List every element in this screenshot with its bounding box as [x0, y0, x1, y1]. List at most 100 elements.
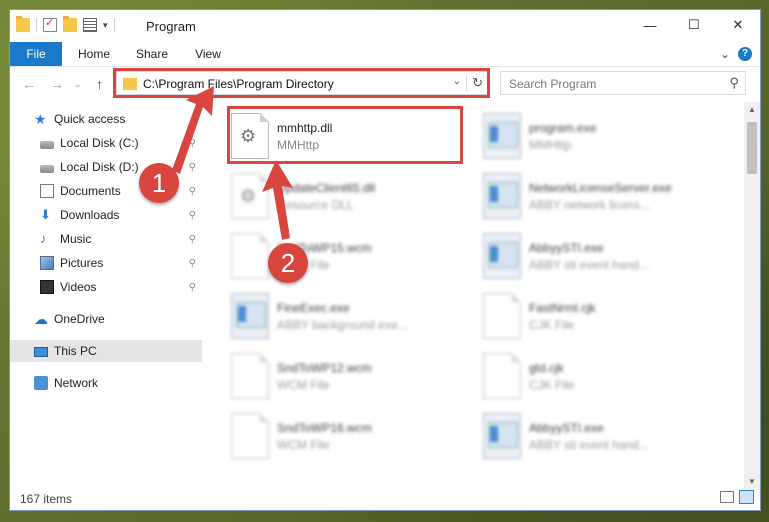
scroll-thumb[interactable] [747, 122, 757, 174]
pin-icon[interactable]: ⚲ [189, 162, 196, 173]
vertical-scrollbar[interactable]: ▲ ▼ [744, 102, 760, 490]
sidebar-item-network[interactable]: Network [10, 372, 202, 394]
back-arrow-icon[interactable]: ← [22, 76, 36, 92]
tab-share[interactable]: Share [128, 42, 176, 66]
file-item[interactable]: AbbyySTI.exe ABBY sti event hand... [483, 408, 733, 464]
expand-ribbon-icon[interactable]: ⌄ [720, 47, 730, 61]
sidebar-item-label: Documents [60, 184, 121, 198]
tab-file[interactable]: File [10, 42, 62, 66]
search-icon[interactable]: ⚲ [729, 75, 739, 91]
large-icons-view-icon[interactable] [739, 490, 754, 504]
document-icon [231, 413, 269, 459]
properties-icon[interactable] [43, 16, 57, 32]
file-highlight-box [227, 106, 463, 164]
file-name: AbbyySTI.exe [529, 240, 604, 255]
quick-access-toolbar: ▾ [16, 16, 115, 32]
music-icon: ♪ [40, 231, 47, 246]
file-name: NetworkLicenseServer.exe [529, 180, 672, 195]
close-button[interactable]: ✕ [716, 10, 760, 40]
sidebar-item-label: Network [54, 376, 99, 390]
videos-icon [40, 280, 54, 294]
pin-icon[interactable]: ⚲ [189, 282, 196, 293]
item-count: 167 items [20, 492, 73, 506]
sidebar-item-label: Quick access [54, 112, 126, 126]
up-arrow-icon[interactable]: ↑ [96, 76, 103, 92]
address-bar[interactable]: C:\Program Files\Program Directory ⌄ ↻ [116, 71, 488, 95]
file-description: MMHttp [529, 137, 571, 152]
file-item[interactable]: SndToWP16.wcm WCM File [231, 408, 481, 464]
file-item[interactable]: gtd.cjk CJK File [483, 348, 733, 404]
file-item[interactable]: NetworkLicenseServer.exe ABBY network lic… [483, 168, 733, 224]
file-description: ABBY network licens... [529, 197, 651, 212]
documents-icon [40, 184, 54, 198]
sidebar-item-label: This PC [54, 344, 97, 358]
file-name: program.exe [529, 120, 597, 135]
sidebar-item-label: Music [60, 232, 92, 246]
file-description: ABBY sti event hand... [529, 437, 649, 452]
sidebar-item-pictures[interactable]: Pictures ⚲ [10, 252, 202, 274]
pin-icon[interactable]: ⚲ [189, 210, 196, 221]
pin-icon[interactable]: ⚲ [189, 234, 196, 245]
window-title: Program [146, 19, 196, 34]
file-item[interactable]: AbbyySTI.exe ABBY sti event hand... [483, 228, 733, 284]
sidebar-item-music[interactable]: ♪ Music ⚲ [10, 228, 202, 250]
application-icon [483, 113, 521, 159]
sidebar-item-onedrive[interactable]: ☁ OneDrive [10, 308, 202, 330]
file-item[interactable]: FastNrml.cjk CJK File [483, 288, 733, 344]
navigation-pane: ★ Quick access Local Disk (C:) ⚲ Local D… [10, 108, 202, 488]
sidebar-item-quick-access[interactable]: ★ Quick access [10, 108, 202, 130]
recent-locations-icon[interactable]: ⌄ [74, 79, 82, 90]
pin-icon[interactable]: ⚲ [189, 138, 196, 149]
settings-file-icon: ⚙ [231, 173, 269, 219]
file-explorer-window: ▾ Program — ☐ ✕ File Home Share View ⌄ ?… [9, 9, 761, 511]
cloud-icon: ☁ [34, 311, 48, 327]
file-name: FineExec.exe [277, 300, 350, 315]
details-view-icon[interactable] [720, 491, 734, 503]
search-input[interactable]: Search Program [509, 77, 596, 91]
search-box[interactable]: Search Program ⚲ [500, 71, 746, 95]
network-icon [34, 376, 48, 390]
file-item[interactable]: ⚙ UpdateClient65.dll Resource DLL [231, 168, 481, 224]
file-name: FastNrml.cjk [529, 300, 596, 315]
sidebar-item-label: OneDrive [54, 312, 105, 326]
sidebar-item-this-pc[interactable]: This PC [10, 340, 202, 362]
ribbon-right-controls: ⌄ ? [720, 47, 752, 61]
sidebar-item-local-disk-c[interactable]: Local Disk (C:) ⚲ [10, 132, 202, 154]
new-folder-icon[interactable] [63, 16, 77, 32]
file-item[interactable]: SndToWP12.wcm WCM File [231, 348, 481, 404]
sidebar-item-label: Videos [60, 280, 97, 294]
sidebar-item-videos[interactable]: Videos ⚲ [10, 276, 202, 298]
scroll-up-icon[interactable]: ▲ [744, 102, 760, 118]
forward-arrow-icon[interactable]: → [50, 76, 64, 92]
view-options-icon[interactable] [83, 18, 97, 32]
tab-view[interactable]: View [186, 42, 230, 66]
file-description: ABBY background exe... [277, 317, 408, 332]
application-icon [483, 413, 521, 459]
file-item[interactable]: FineExec.exe ABBY background exe... [231, 288, 481, 344]
customize-toolbar-icon[interactable]: ▾ [103, 20, 108, 31]
disk-icon [40, 140, 54, 149]
minimize-button[interactable]: — [628, 10, 672, 40]
address-path[interactable]: C:\Program Files\Program Directory [143, 77, 334, 91]
file-name: SndToWP12.wcm [277, 360, 372, 375]
maximize-button[interactable]: ☐ [672, 10, 716, 40]
computer-icon [34, 347, 48, 357]
file-item[interactable]: program.exe MMHttp [483, 108, 733, 164]
application-icon [483, 173, 521, 219]
file-description: ABBY sti event hand... [529, 257, 649, 272]
application-icon [231, 293, 269, 339]
file-description: CJK File [529, 317, 575, 332]
download-icon: ⬇ [40, 207, 51, 222]
sidebar-item-downloads[interactable]: ⬇ Downloads ⚲ [10, 204, 202, 226]
file-description: WCM File [277, 377, 330, 392]
file-name: UpdateClient65.dll [277, 180, 376, 195]
help-icon[interactable]: ? [738, 47, 752, 61]
sidebar-item-label: Pictures [60, 256, 104, 270]
tab-home[interactable]: Home [70, 42, 118, 66]
pin-icon[interactable]: ⚲ [189, 186, 196, 197]
address-dropdown-icon[interactable]: ⌄ [453, 76, 461, 87]
step-1-badge: 1 [139, 163, 179, 203]
sidebar-item-label: Local Disk (C:) [60, 136, 139, 150]
refresh-icon[interactable]: ↻ [466, 75, 483, 91]
pin-icon[interactable]: ⚲ [189, 258, 196, 269]
